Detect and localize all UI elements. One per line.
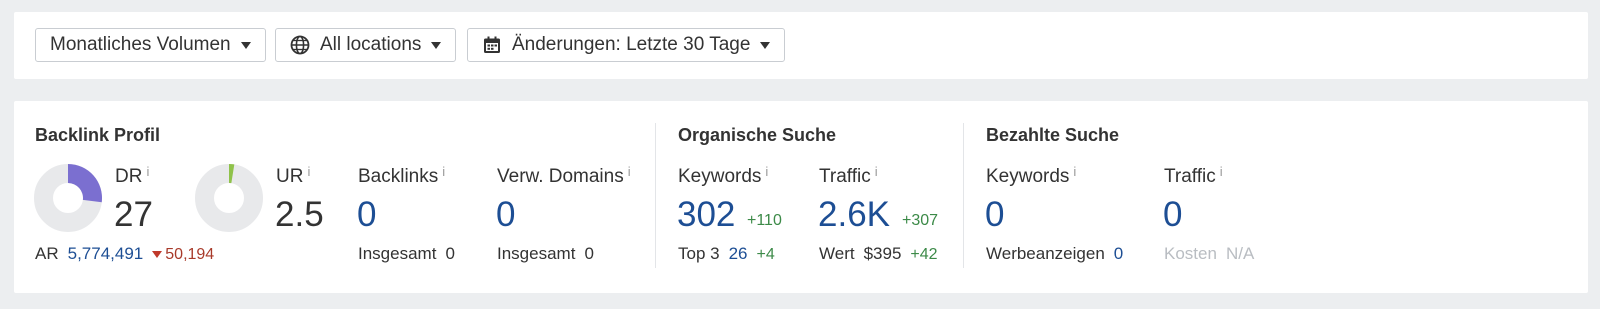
globe-icon	[290, 35, 310, 55]
ar-row: AR 5,774,491 50,194	[35, 244, 214, 264]
changes-dropdown-label: Änderungen: Letzte 30 Tage	[512, 34, 751, 55]
organic-top3: Top 3 26 +4	[678, 244, 775, 263]
info-icon[interactable]: i	[875, 164, 878, 179]
paid-ads-row: Werbeanzeigen 0	[986, 244, 1124, 263]
paid-keywords-label: Keywords i	[986, 164, 1077, 187]
caret-down-icon	[240, 41, 251, 49]
organic-keywords-label: Keywords i	[678, 164, 769, 187]
backlinks-label: Backlinks i	[358, 164, 446, 187]
info-icon[interactable]: i	[442, 164, 445, 179]
ur-gauge	[195, 164, 263, 232]
overview-stats-card: Backlink Profil DR i 27 UR i 2.5 AR 5,774,4…	[14, 101, 1588, 293]
backlinks-total: Insgesamt 0	[358, 244, 455, 263]
triangle-down-icon	[152, 251, 163, 258]
dr-gauge	[34, 164, 102, 232]
referring-domains-label: Verw. Domains i	[497, 164, 631, 187]
info-icon[interactable]: i	[1073, 164, 1076, 179]
organic-search-title: Organische Suche	[678, 125, 837, 145]
info-icon[interactable]: i	[765, 164, 768, 179]
section-divider	[655, 123, 656, 268]
section-divider	[963, 123, 964, 268]
organic-traffic-label: Traffic i	[819, 164, 878, 187]
dr-value: 27	[114, 195, 153, 234]
locations-dropdown[interactable]: All locations	[275, 28, 457, 62]
paid-traffic-label: Traffic i	[1164, 164, 1223, 187]
organic-traffic-delta: +307	[902, 212, 939, 229]
ar-label: AR	[35, 244, 59, 263]
backlinks-value[interactable]: 0	[357, 195, 376, 235]
info-icon[interactable]: i	[1220, 164, 1223, 179]
organic-keywords-value[interactable]: 302	[677, 195, 735, 235]
caret-down-icon	[431, 41, 442, 49]
ur-value: 2.5	[275, 195, 324, 234]
volume-dropdown[interactable]: Monatliches Volumen	[35, 28, 266, 62]
paid-traffic-value[interactable]: 0	[1163, 195, 1182, 235]
backlink-profile-title: Backlink Profil	[35, 125, 161, 145]
paid-cost-row: Kosten N/A	[1164, 244, 1255, 263]
info-icon[interactable]: i	[628, 164, 631, 179]
organic-traffic-value-row: Wert $395 +42	[819, 244, 938, 263]
volume-dropdown-label: Monatliches Volumen	[50, 34, 231, 55]
referring-domains-value[interactable]: 0	[496, 195, 515, 235]
info-icon[interactable]: i	[146, 164, 149, 179]
paid-keywords-value[interactable]: 0	[985, 195, 1004, 235]
referring-domains-total: Insgesamt 0	[497, 244, 594, 263]
paid-search-title: Bezahlte Suche	[986, 125, 1120, 145]
info-icon[interactable]: i	[307, 164, 310, 179]
dr-gauge-fill	[68, 164, 102, 203]
dr-label: DR i	[115, 164, 150, 187]
locations-dropdown-label: All locations	[320, 34, 422, 55]
ur-label: UR i	[276, 164, 311, 187]
ar-value[interactable]: 5,774,491	[68, 244, 144, 263]
ar-delta: 50,194	[165, 246, 215, 263]
calendar-icon	[482, 35, 502, 55]
organic-keywords-delta: +110	[747, 212, 782, 229]
caret-down-icon	[760, 41, 771, 49]
changes-dropdown[interactable]: Änderungen: Letzte 30 Tage	[467, 28, 786, 62]
organic-traffic-value[interactable]: 2.6K	[818, 195, 890, 235]
filter-toolbar: Monatliches Volumen All locations Änderu…	[14, 12, 1588, 79]
